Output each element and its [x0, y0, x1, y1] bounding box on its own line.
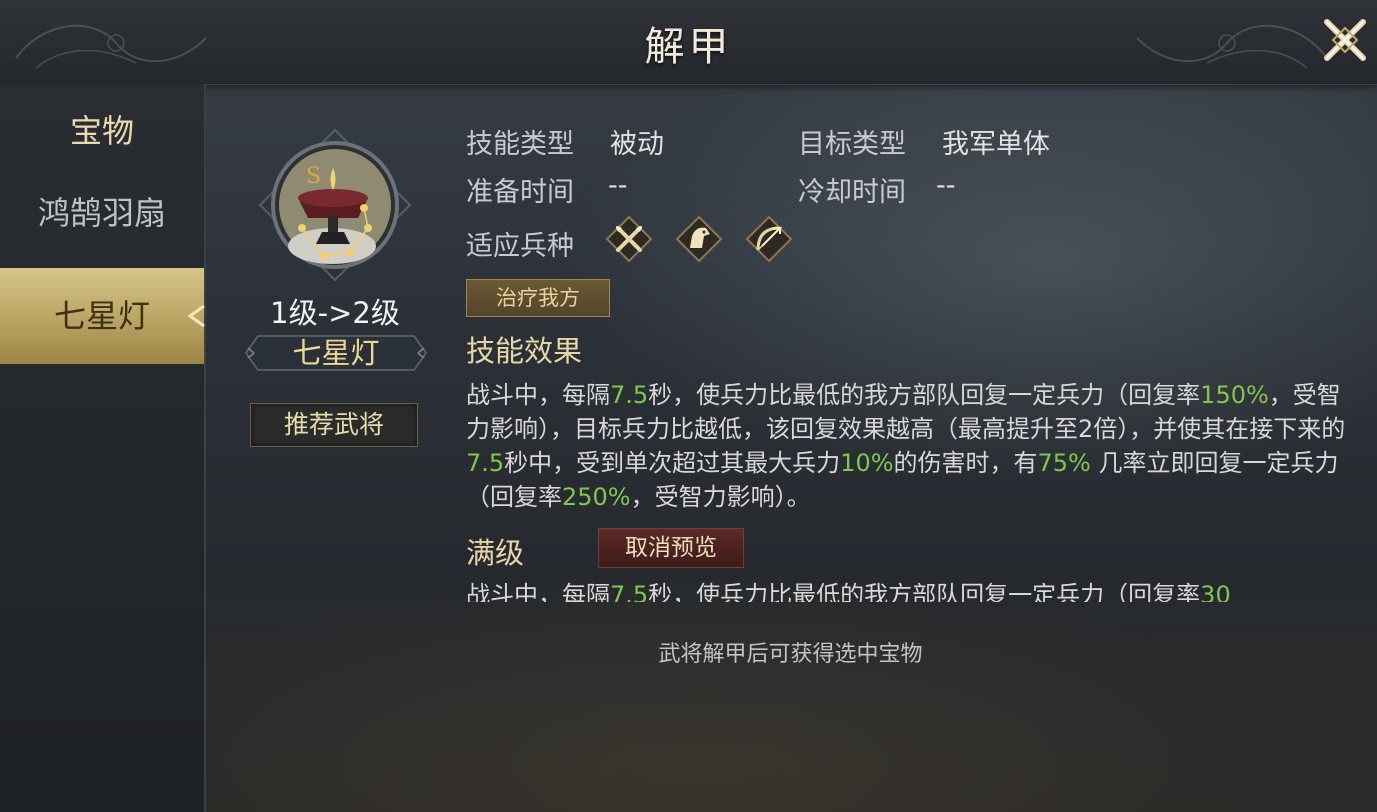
cavalry-horse-icon — [675, 215, 723, 263]
skill-effect-title: 技能效果 — [466, 334, 583, 368]
level-upgrade-text: 1级->2级 — [270, 296, 400, 330]
target-type-label: 目标类型 — [798, 129, 906, 160]
skill-type-value: 被动 — [610, 129, 664, 160]
sidebar-item-seven-star-lamp[interactable]: 七星灯 — [0, 268, 205, 364]
sidebar-item-label: 鸿鹄羽扇 — [37, 194, 166, 232]
skill-type-label: 技能类型 — [466, 129, 574, 160]
target-type-value: 我军单体 — [942, 129, 1050, 160]
heal-allies-tag: 治疗我方 — [466, 279, 610, 317]
recommend-generals-button[interactable]: 推荐武将 — [250, 403, 418, 447]
selected-arrow-icon — [187, 304, 205, 328]
spear-infantry-icon — [605, 215, 653, 263]
close-button[interactable] — [1319, 14, 1371, 66]
sidebar-item-label: 七星灯 — [53, 297, 150, 335]
max-level-label: 满级 — [466, 536, 525, 570]
svg-text:S: S — [306, 164, 321, 189]
cooldown-label: 冷却时间 — [798, 177, 906, 208]
close-icon — [1324, 19, 1366, 61]
prep-time-value: -- — [608, 170, 628, 201]
cooldown-value: -- — [936, 170, 956, 201]
page-title: 解甲 — [644, 24, 733, 70]
skill-effect-description: 战斗中，每隔7.5秒，使兵力比最低的我方部队回复一定兵力（回复率150%，受智力… — [466, 381, 1346, 511]
max-level-description: 战斗中，每隔7.5秒，使兵力比最低的我方部队回复一定兵力（回复率30 — [466, 581, 1231, 602]
prep-time-label: 准备时间 — [466, 177, 574, 208]
cancel-preview-button[interactable]: 取消预览 — [598, 528, 744, 568]
max-level-description-scroll[interactable]: 战斗中，每隔7.5秒，使兵力比最低的我方部队回复一定兵力（回复率30 — [466, 578, 1346, 602]
treasure-sidebar: 宝物 鸿鹄羽扇 七星灯 — [0, 84, 206, 812]
footer-hint: 武将解甲后可获得选中宝物 — [658, 642, 923, 667]
sidebar-item-feather-fan[interactable]: 鸿鹄羽扇 — [0, 188, 204, 234]
troop-type-label: 适应兵种 — [466, 231, 574, 262]
header-bar: 解甲 — [0, 0, 1377, 85]
treasure-name: 七星灯 — [292, 336, 380, 370]
sidebar-heading: 宝物 — [69, 112, 134, 150]
archer-bow-icon — [745, 215, 793, 263]
treasure-lamp-icon: S — [258, 128, 412, 282]
